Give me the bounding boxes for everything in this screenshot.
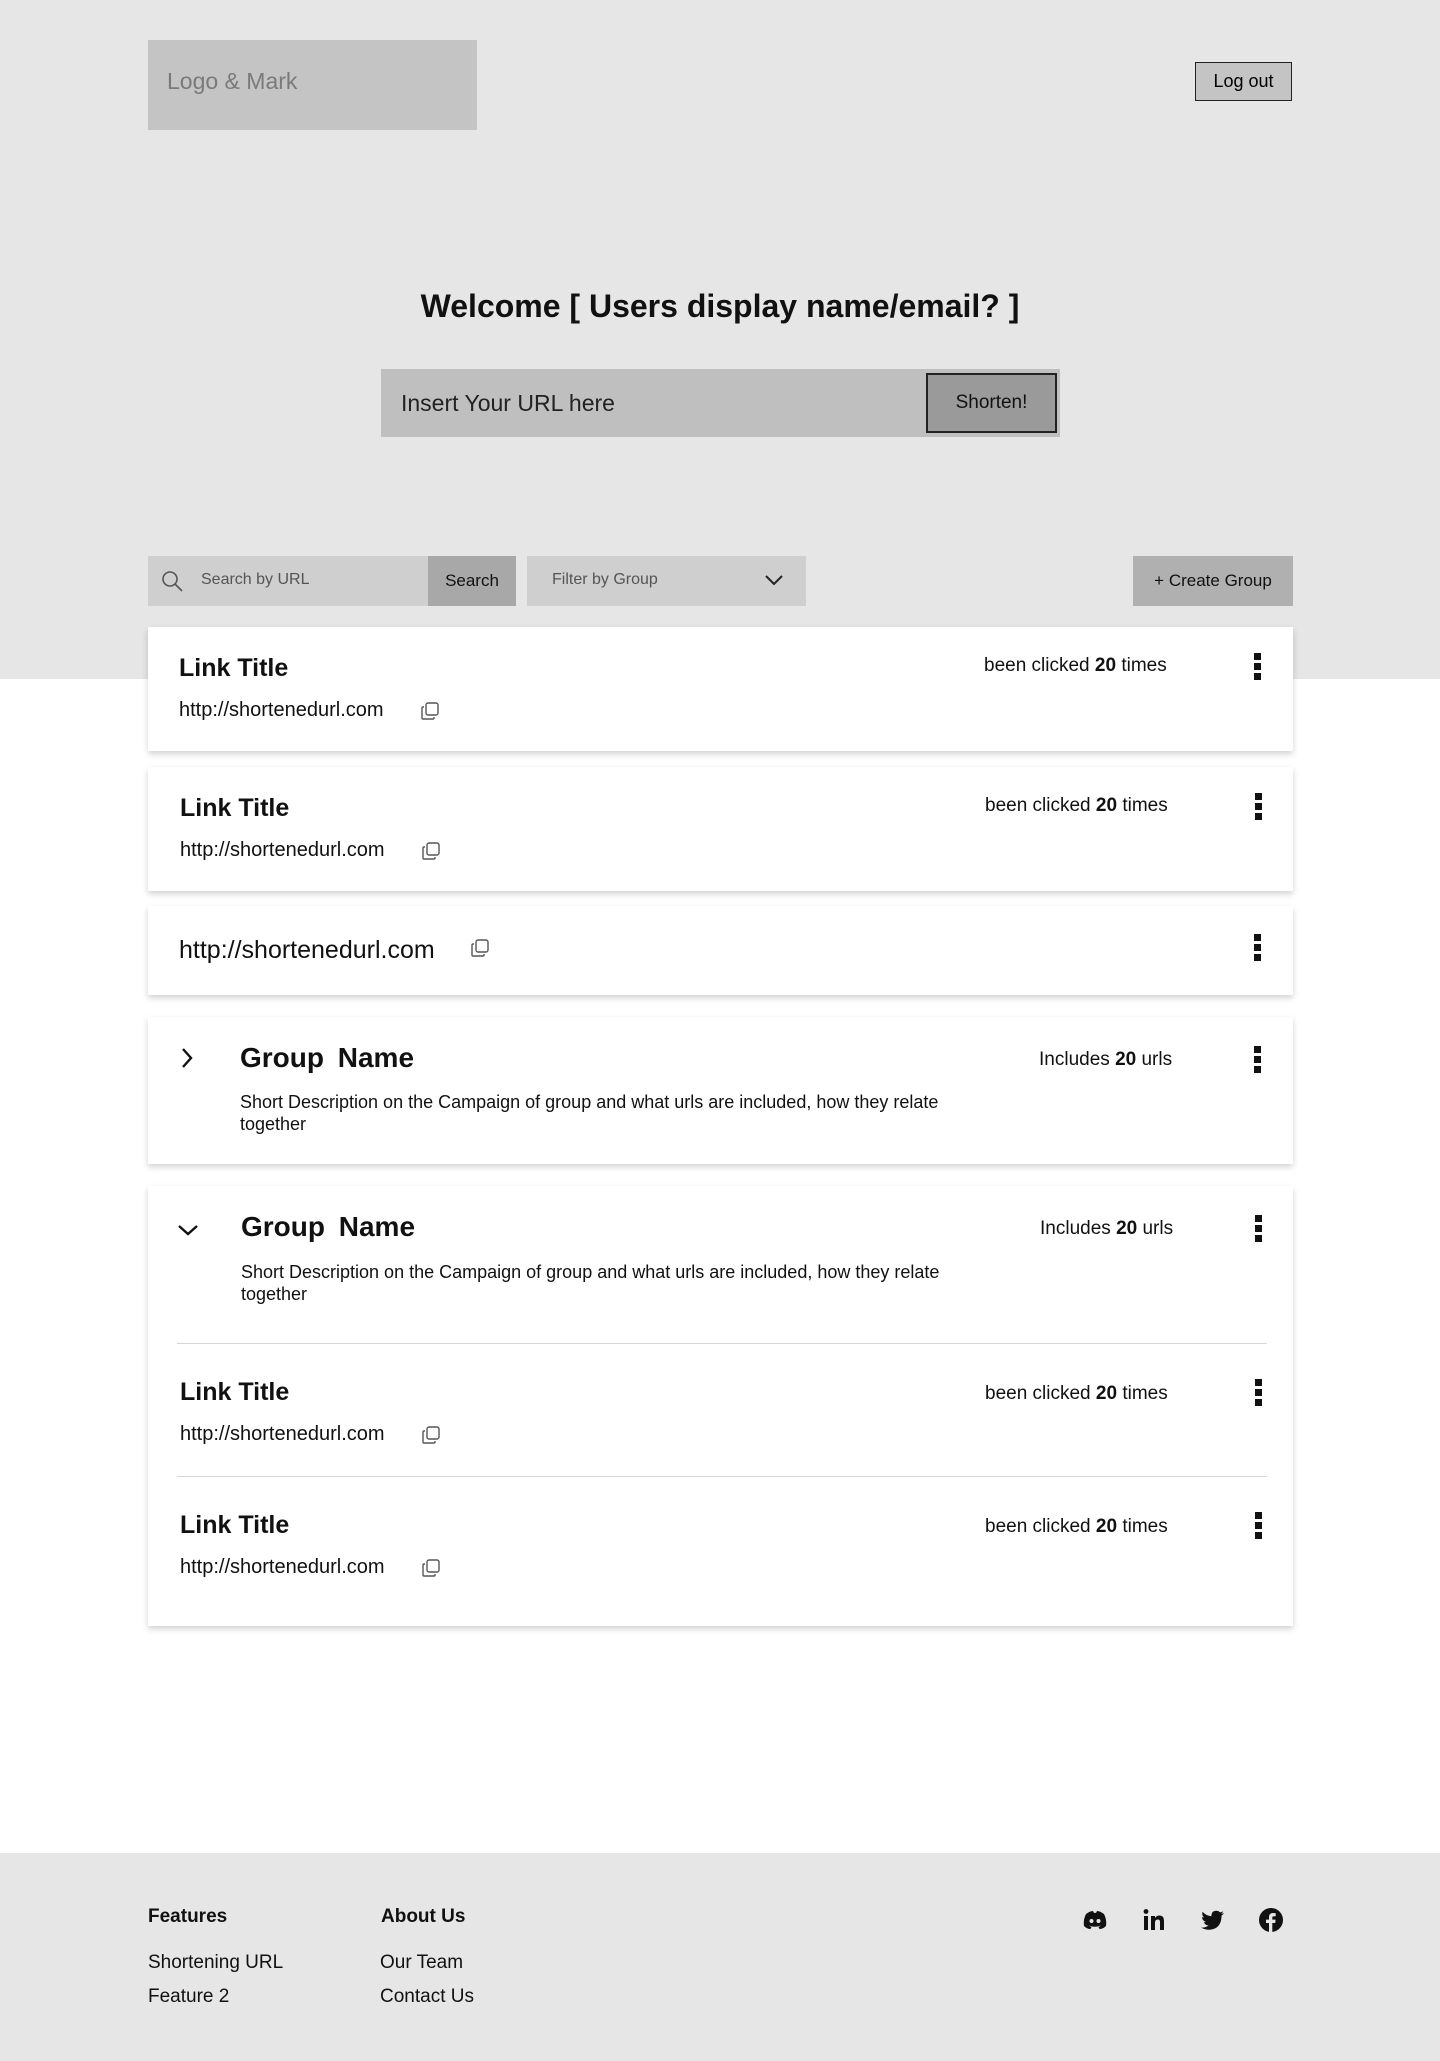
includes-suffix: urls <box>1141 1049 1173 1070</box>
includes-count: 20 <box>1115 1049 1137 1070</box>
clicks-suffix: times <box>1122 795 1168 816</box>
click-count: been clicked 20 times <box>985 1516 1168 1538</box>
footer-link-contact-us[interactable]: Contact Us <box>380 1986 474 2008</box>
footer-link-feature-2[interactable]: Feature 2 <box>148 1986 229 2008</box>
search-icon <box>162 571 183 592</box>
create-group-button[interactable]: + Create Group <box>1133 556 1293 606</box>
link-title: Link Title <box>180 794 290 822</box>
link-card[interactable]: Link Title http://shortenedurl.com been … <box>148 627 1293 751</box>
chevron-right-icon[interactable] <box>180 1047 194 1069</box>
more-options-icon[interactable] <box>1253 793 1263 823</box>
short-url[interactable]: http://shortenedurl.com <box>179 936 435 965</box>
group-description: Short Description on the Campaign of gro… <box>241 1262 940 1304</box>
click-count: been clicked 20 times <box>985 1383 1168 1405</box>
logout-button[interactable]: Log out <box>1195 62 1292 101</box>
more-options-icon[interactable] <box>1253 1215 1263 1245</box>
clicks-value: 20 <box>1095 1383 1118 1404</box>
group-url-count: Includes 20 urls <box>1039 1049 1172 1071</box>
shorten-button[interactable]: Shorten! <box>926 373 1057 433</box>
clicks-suffix: times <box>1122 1516 1168 1537</box>
clicks-value: 20 <box>1094 655 1117 676</box>
logo[interactable]: Logo & Mark <box>148 40 477 130</box>
logo-text: Logo & Mark <box>167 68 298 94</box>
more-options-icon[interactable] <box>1253 1512 1263 1542</box>
footer: Features Shortening URL Feature 2 About … <box>0 1853 1440 2061</box>
copy-icon[interactable] <box>421 841 441 861</box>
group-name: Group Name <box>241 1211 416 1242</box>
footer-link-shortening-url[interactable]: Shortening URL <box>148 1952 283 1974</box>
includes-suffix: urls <box>1142 1218 1174 1239</box>
copy-icon[interactable] <box>470 938 490 958</box>
about-heading: About Us <box>381 1906 466 1927</box>
clicks-suffix: times <box>1121 655 1167 676</box>
more-options-icon[interactable] <box>1252 653 1262 683</box>
filter-by-group-select[interactable]: Filter by Group <box>527 556 806 606</box>
twitter-icon[interactable] <box>1200 1907 1226 1933</box>
footer-link-our-team[interactable]: Our Team <box>380 1952 463 1974</box>
divider <box>177 1343 1267 1344</box>
link-title: Link Title <box>179 654 289 682</box>
link-title: Link Title <box>180 1378 290 1406</box>
search-button[interactable]: Search <box>428 556 516 606</box>
more-options-icon[interactable] <box>1252 934 1262 964</box>
url-input[interactable]: Insert Your URL here <box>401 390 615 417</box>
discord-icon[interactable] <box>1082 1907 1108 1933</box>
more-options-icon[interactable] <box>1253 1379 1263 1409</box>
short-url[interactable]: http://shortenedurl.com <box>180 839 385 862</box>
short-url[interactable]: http://shortenedurl.com <box>180 1556 385 1579</box>
linkedin-icon[interactable] <box>1141 1907 1167 1933</box>
features-heading: Features <box>148 1906 228 1927</box>
clicks-suffix: times <box>1122 1383 1168 1404</box>
clicks-prefix: been clicked <box>985 1383 1091 1404</box>
group-card[interactable]: Group Name Includes 20 urls Short Descri… <box>148 1186 1293 1626</box>
clicks-prefix: been clicked <box>985 1516 1091 1537</box>
welcome-heading: Welcome [ Users display name/email? ] <box>420 288 1020 324</box>
clicks-value: 20 <box>1095 1516 1118 1537</box>
link-title: Link Title <box>180 1511 290 1539</box>
search-placeholder: Search by URL <box>201 571 310 588</box>
includes-prefix: Includes <box>1040 1218 1111 1239</box>
url-shortener-form: Insert Your URL here Shorten! <box>381 369 1060 437</box>
group-url-count: Includes 20 urls <box>1040 1218 1173 1240</box>
group-name: Group Name <box>240 1042 415 1073</box>
search-input[interactable]: Search by URL <box>148 556 428 606</box>
short-url[interactable]: http://shortenedurl.com <box>179 699 384 722</box>
copy-icon[interactable] <box>420 701 440 721</box>
chevron-down-icon <box>765 575 783 586</box>
chevron-down-icon[interactable] <box>177 1223 199 1237</box>
divider <box>177 1476 1267 1477</box>
link-card[interactable]: http://shortenedurl.com <box>148 906 1293 995</box>
clicks-prefix: been clicked <box>985 795 1091 816</box>
clicks-value: 20 <box>1095 795 1118 816</box>
group-description: Short Description on the Campaign of gro… <box>240 1092 939 1134</box>
click-count: been clicked 20 times <box>985 795 1168 817</box>
copy-icon[interactable] <box>421 1425 441 1445</box>
click-count: been clicked 20 times <box>984 655 1167 677</box>
copy-icon[interactable] <box>421 1558 441 1578</box>
facebook-icon[interactable] <box>1258 1907 1284 1933</box>
clicks-prefix: been clicked <box>984 655 1090 676</box>
more-options-icon[interactable] <box>1252 1046 1262 1076</box>
includes-count: 20 <box>1116 1218 1138 1239</box>
filter-label: Filter by Group <box>552 571 658 588</box>
group-card[interactable]: Group Name Includes 20 urls Short Descri… <box>148 1017 1293 1164</box>
includes-prefix: Includes <box>1039 1049 1110 1070</box>
link-card[interactable]: Link Title http://shortenedurl.com been … <box>148 767 1293 891</box>
short-url[interactable]: http://shortenedurl.com <box>180 1423 385 1446</box>
